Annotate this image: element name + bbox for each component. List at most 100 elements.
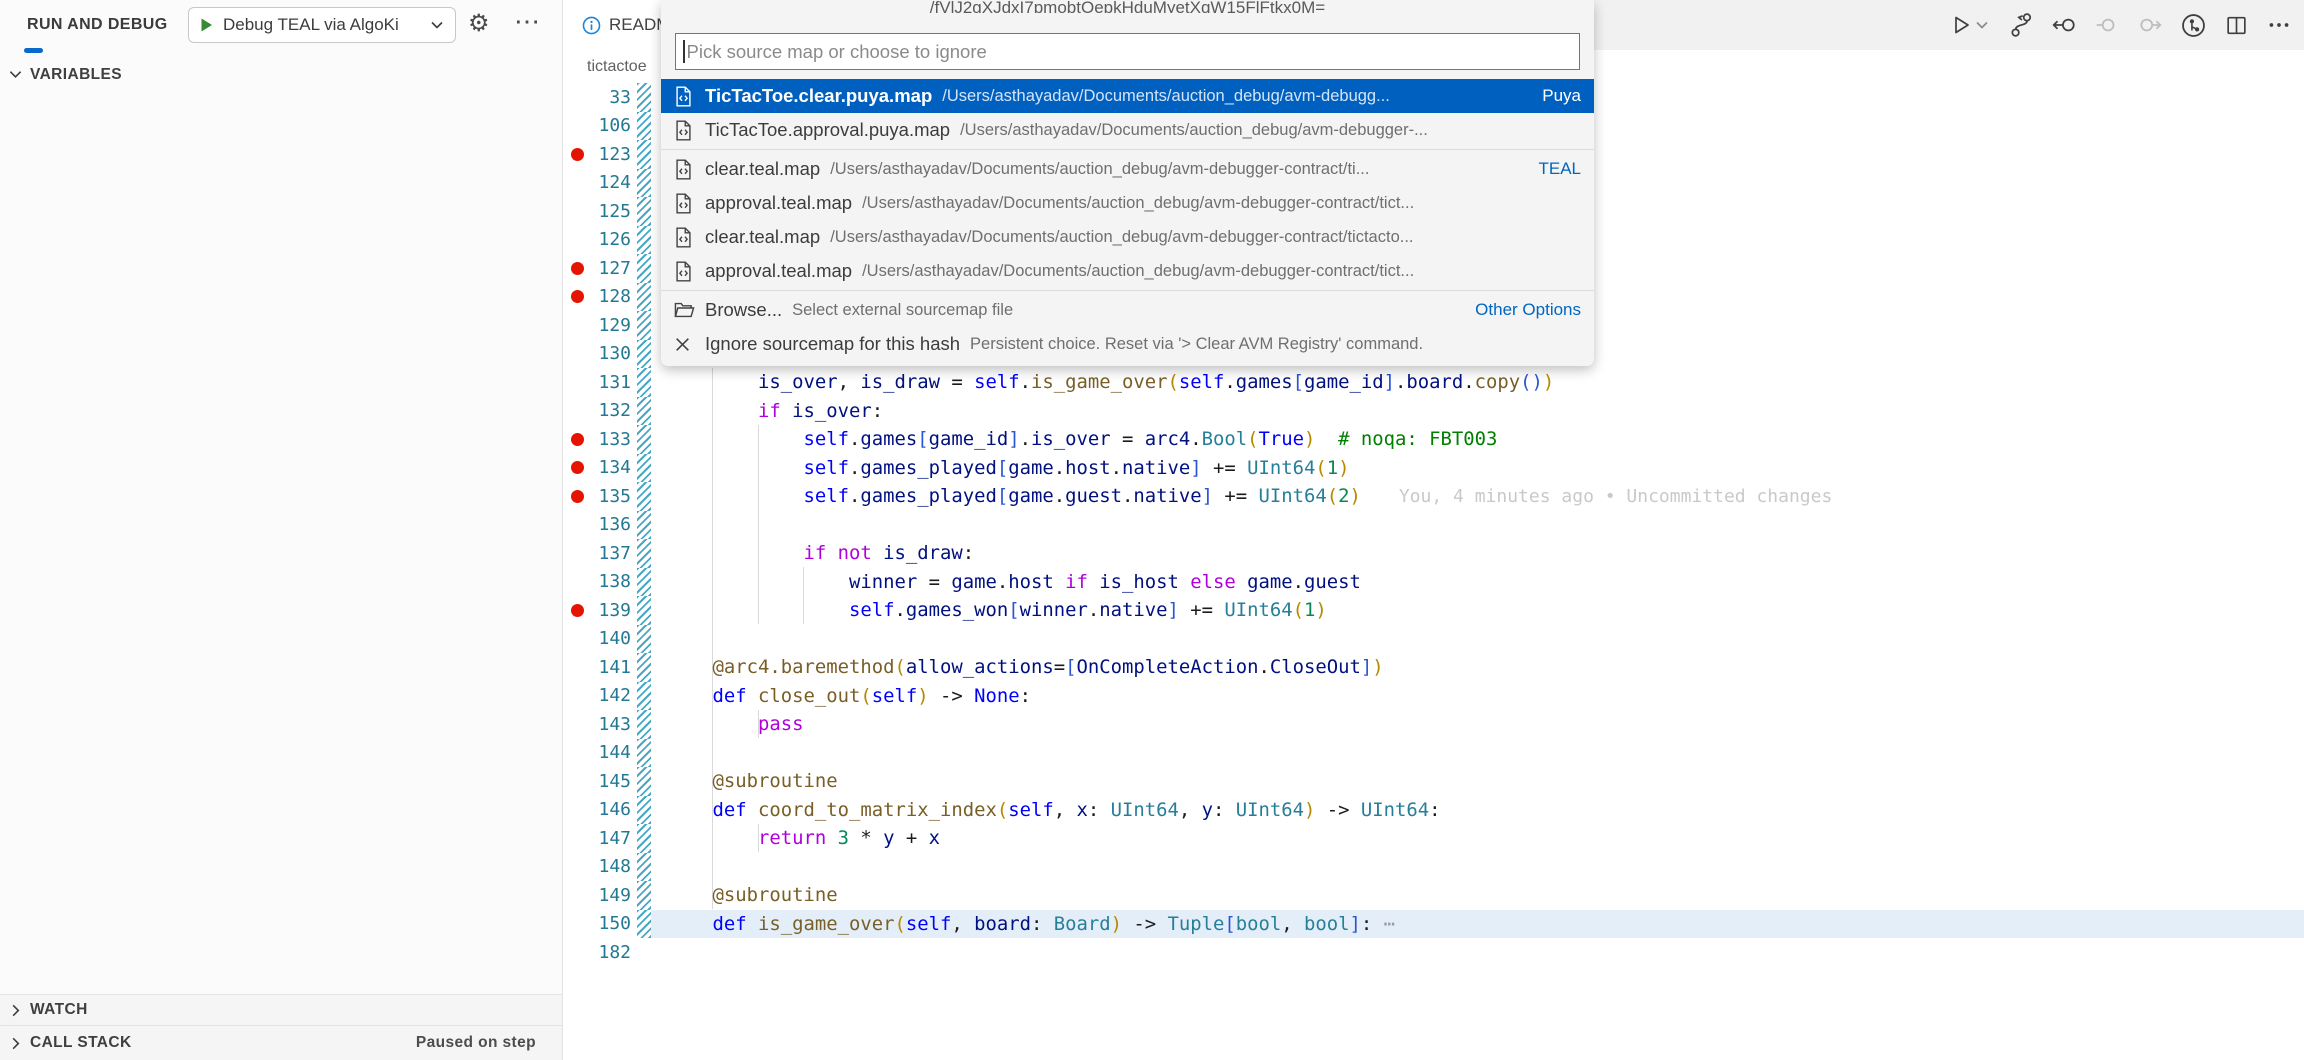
code-text[interactable]: def close_out(self) -> None: [667, 682, 1031, 711]
more-actions-icon[interactable]: ⋯ [514, 6, 540, 37]
line-number[interactable]: 131 [590, 372, 631, 393]
line-number[interactable]: 133 [590, 429, 631, 450]
line-number[interactable]: 146 [590, 799, 631, 820]
breakpoint-icon[interactable] [564, 490, 590, 503]
debug-trace-button[interactable] [2008, 12, 2034, 38]
line-number[interactable]: 135 [590, 486, 631, 507]
sidebar-section-variables[interactable]: VARIABLES [0, 59, 562, 90]
step-back-button[interactable] [2051, 12, 2077, 38]
sidebar-section-call-stack[interactable]: CALL STACK Paused on step [0, 1025, 562, 1060]
sidebar-section-watch[interactable]: WATCH [0, 994, 562, 1025]
line-number[interactable]: 143 [590, 714, 631, 735]
code-line-148[interactable]: 148 [564, 853, 2304, 882]
line-number[interactable]: 182 [590, 942, 631, 963]
code-line-140[interactable]: 140 [564, 625, 2304, 654]
breakpoint-icon[interactable] [564, 290, 590, 303]
breakpoint-icon[interactable] [564, 433, 590, 446]
code-text[interactable]: self.games_played[game.guest.native] += … [667, 482, 1832, 512]
code-line-150[interactable]: 150 def is_game_over(self, board: Board)… [564, 910, 2304, 939]
code-line-135[interactable]: 135 self.games_played[game.guest.native]… [564, 482, 2304, 511]
line-number[interactable]: 141 [590, 657, 631, 678]
line-number[interactable]: 137 [590, 543, 631, 564]
code-text[interactable]: @subroutine [667, 881, 838, 910]
line-number[interactable]: 130 [590, 343, 631, 364]
line-number[interactable]: 138 [590, 571, 631, 592]
line-number[interactable]: 140 [590, 628, 631, 649]
fold-chevron-icon[interactable] [651, 916, 667, 931]
code-line-143[interactable]: 143 pass [564, 710, 2304, 739]
split-editor-button[interactable] [2224, 13, 2249, 38]
line-number[interactable]: 33 [590, 87, 631, 108]
code-text[interactable]: if not is_draw: [667, 539, 974, 568]
run-button[interactable] [1951, 13, 1991, 37]
debug-config-label: Debug TEAL via AlgoKi [223, 15, 399, 35]
quickpick-item[interactable]: Browse...Select external sourcemap fileO… [661, 293, 1594, 327]
line-number[interactable]: 134 [590, 457, 631, 478]
line-number[interactable]: 145 [590, 771, 631, 792]
breakpoint-icon[interactable] [564, 604, 590, 617]
code-text[interactable]: @arc4.baremethod(allow_actions=[OnComple… [667, 653, 1384, 682]
code-text[interactable]: winner = game.host if is_host else game.… [667, 568, 1361, 597]
gear-icon[interactable]: ⚙ [468, 9, 490, 38]
line-number[interactable]: 123 [590, 144, 631, 165]
code-line-138[interactable]: 138 winner = game.host if is_host else g… [564, 568, 2304, 597]
line-number[interactable]: 149 [590, 885, 631, 906]
code-line-182[interactable]: 182 [564, 938, 2304, 967]
code-text[interactable]: self.games[game_id].is_over = arc4.Bool(… [667, 425, 1497, 454]
quickpick-item[interactable]: Ignore sourcemap for this hashPersistent… [661, 327, 1594, 361]
line-number[interactable]: 142 [590, 685, 631, 706]
line-number[interactable]: 126 [590, 229, 631, 250]
code-line-149[interactable]: 149 @subroutine [564, 881, 2304, 910]
breakpoint-icon[interactable] [564, 262, 590, 275]
code-line-145[interactable]: 145 @subroutine [564, 767, 2304, 796]
code-text[interactable]: @subroutine [667, 767, 838, 796]
breadcrumb-file[interactable]: tictactoe [587, 58, 647, 76]
quickpick-input[interactable]: Pick source map or choose to ignore [675, 33, 1580, 70]
breakpoint-icon[interactable] [564, 148, 590, 161]
code-text[interactable]: is_over, is_draw = self.is_game_over(sel… [667, 368, 1554, 397]
debug-config-dropdown[interactable]: Debug TEAL via AlgoKi [188, 7, 456, 43]
quickpick-item[interactable]: TicTacToe.approval.puya.map/Users/asthay… [661, 113, 1594, 147]
line-number[interactable]: 147 [590, 828, 631, 849]
code-text[interactable]: def is_game_over(self, board: Board) -> … [667, 910, 1395, 939]
code-line-132[interactable]: 132 if is_over: [564, 397, 2304, 426]
code-line-141[interactable]: 141 @arc4.baremethod(allow_actions=[OnCo… [564, 653, 2304, 682]
quickpick-item[interactable]: TicTacToe.clear.puya.map/Users/asthayada… [661, 79, 1594, 113]
line-number[interactable]: 127 [590, 258, 631, 279]
line-number[interactable]: 129 [590, 315, 631, 336]
code-line-137[interactable]: 137 if not is_draw: [564, 539, 2304, 568]
code-line-144[interactable]: 144 [564, 739, 2304, 768]
code-line-147[interactable]: 147 return 3 * y + x [564, 824, 2304, 853]
code-text[interactable]: def coord_to_matrix_index(self, x: UInt6… [667, 796, 1440, 825]
code-text[interactable]: self.games_played[game.host.native] += U… [667, 454, 1349, 483]
line-number[interactable]: 150 [590, 913, 631, 934]
code-line-131[interactable]: 131 is_over, is_draw = self.is_game_over… [564, 368, 2304, 397]
code-text[interactable]: if is_over: [667, 397, 883, 426]
code-line-146[interactable]: 146 def coord_to_matrix_index(self, x: U… [564, 796, 2304, 825]
line-number[interactable]: 132 [590, 400, 631, 421]
line-number[interactable]: 128 [590, 286, 631, 307]
code-line-142[interactable]: 142 def close_out(self) -> None: [564, 682, 2304, 711]
quickpick-item[interactable]: clear.teal.map/Users/asthayadav/Document… [661, 152, 1594, 186]
code-text[interactable]: return 3 * y + x [667, 824, 940, 853]
code-text[interactable]: self.games_won[winner.native] += UInt64(… [667, 596, 1327, 625]
quickpick-item[interactable]: approval.teal.map/Users/asthayadav/Docum… [661, 186, 1594, 220]
code-text[interactable]: pass [667, 710, 804, 739]
line-number[interactable]: 136 [590, 514, 631, 535]
breakpoint-icon[interactable] [564, 461, 590, 474]
code-line-134[interactable]: 134 self.games_played[game.host.native] … [564, 454, 2304, 483]
line-number[interactable]: 144 [590, 742, 631, 763]
quickpick-item[interactable]: clear.teal.map/Users/asthayadav/Document… [661, 220, 1594, 254]
debug-graph-button[interactable] [2180, 12, 2207, 39]
code-line-139[interactable]: 139 self.games_won[winner.native] += UIn… [564, 596, 2304, 625]
more-actions-button[interactable] [2266, 12, 2292, 38]
code-line-136[interactable]: 136 [564, 511, 2304, 540]
code-line-133[interactable]: 133 self.games[game_id].is_over = arc4.B… [564, 425, 2304, 454]
quickpick-item[interactable]: approval.teal.map/Users/asthayadav/Docum… [661, 254, 1594, 288]
line-number[interactable]: 125 [590, 201, 631, 222]
line-number[interactable]: 124 [590, 172, 631, 193]
line-number[interactable]: 148 [590, 856, 631, 877]
debug-start-icon[interactable] [199, 17, 214, 33]
line-number[interactable]: 139 [590, 600, 631, 621]
line-number[interactable]: 106 [590, 115, 631, 136]
